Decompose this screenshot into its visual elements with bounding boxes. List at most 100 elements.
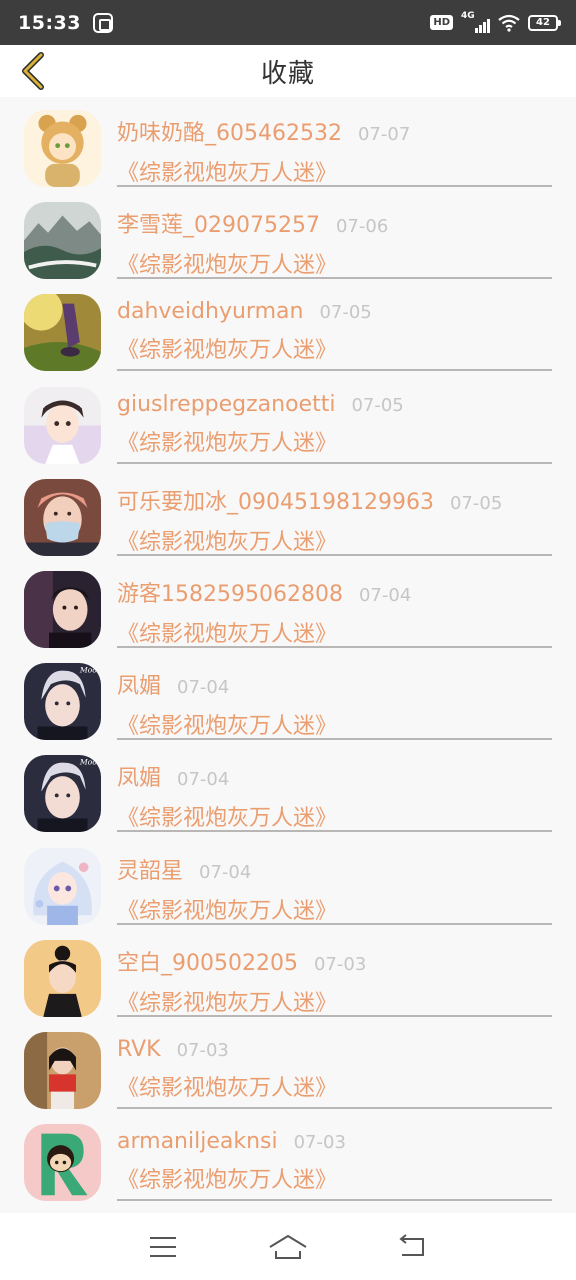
return-button[interactable] (389, 1227, 437, 1267)
avatar-image: Moon (24, 755, 101, 833)
item-text: RVK 07-03 《综影视炮灰万人迷》 (117, 1037, 552, 1109)
name-row: 灵韶星 07-04 (117, 853, 552, 885)
book-title[interactable]: 《综影视炮灰万人迷》 (117, 616, 552, 648)
avatar[interactable] (24, 202, 101, 280)
menu-button[interactable] (139, 1227, 187, 1267)
item-text: giuslreppegzanoetti 07-05 《综影视炮灰万人迷》 (117, 392, 552, 464)
book-title[interactable]: 《综影视炮灰万人迷》 (117, 247, 552, 279)
list-item[interactable]: dahveidhyurman 07-05 《综影视炮灰万人迷》 (0, 281, 576, 373)
item-date: 07-04 (358, 584, 412, 606)
user-name[interactable]: 灵韶星 (117, 853, 183, 885)
avatar[interactable] (24, 110, 101, 187)
avatar[interactable] (24, 1124, 101, 1202)
list-item[interactable]: 奶味奶酪_605462532 07-07 《综影视炮灰万人迷》 (0, 97, 576, 189)
book-title[interactable]: 《综影视炮灰万人迷》 (117, 1162, 552, 1194)
book-title[interactable]: 《综影视炮灰万人迷》 (117, 524, 552, 556)
list-item[interactable]: Moon 凤媚 07-04 《综影视炮灰万人迷》 (0, 742, 576, 834)
item-text: 李雪莲_029075257 07-06 《综影视炮灰万人迷》 (117, 207, 552, 280)
name-row: 李雪莲_029075257 07-06 (117, 207, 552, 239)
user-name[interactable]: RVK (117, 1037, 161, 1062)
item-date: 07-04 (177, 677, 230, 699)
item-text: 可乐要加冰_09045198129963 07-05 《综影视炮灰万人迷》 (117, 484, 552, 556)
user-name[interactable]: 凤媚 (117, 668, 161, 700)
network-type: 4G (461, 10, 475, 21)
item-text: 灵韶星 07-04 《综影视炮灰万人迷》 (117, 853, 552, 925)
book-title[interactable]: 《综影视炮灰万人迷》 (117, 425, 552, 457)
name-row: 游客1582595062808 07-04 (117, 576, 552, 608)
item-text: 奶味奶酪_605462532 07-07 《综影视炮灰万人迷》 (117, 115, 552, 187)
page-title: 收藏 (260, 58, 315, 89)
list-item[interactable]: RVK 07-03 《综影视炮灰万人迷》 (0, 1019, 576, 1111)
list-item[interactable]: 空白_900502205 07-03 《综影视炮灰万人迷》 (0, 927, 576, 1019)
list-item[interactable]: 游客1582595062808 07-04 《综影视炮灰万人迷》 (0, 558, 576, 650)
avatar-image (24, 570, 101, 648)
name-row: 凤媚 07-04 (117, 668, 552, 700)
list-item[interactable]: 可乐要加冰_09045198129963 07-05 《综影视炮灰万人迷》 (0, 466, 576, 558)
avatar-image (24, 478, 101, 556)
user-name[interactable]: 可乐要加冰_09045198129963 (117, 484, 434, 516)
status-indicators: HD 4G 42 (430, 10, 561, 33)
book-title[interactable]: 《综影视炮灰万人迷》 (117, 985, 552, 1017)
book-title[interactable]: 《综影视炮灰万人迷》 (117, 893, 552, 925)
name-row: giuslreppegzanoetti 07-05 (117, 392, 552, 417)
home-button[interactable] (264, 1227, 312, 1267)
back-button[interactable] (14, 51, 54, 91)
avatar-image: Moon (24, 663, 101, 741)
user-name[interactable]: 空白_900502205 (117, 945, 298, 977)
user-name[interactable]: 游客1582595062808 (117, 576, 343, 608)
battery-icon: 42 (528, 14, 561, 31)
avatar[interactable] (24, 939, 101, 1017)
avatar[interactable] (24, 478, 101, 556)
avatar[interactable] (24, 294, 101, 372)
item-text: dahveidhyurman 07-05 《综影视炮灰万人迷》 (117, 299, 552, 372)
name-row: RVK 07-03 (117, 1037, 552, 1062)
name-row: armaniljeaknsi 07-03 (117, 1129, 552, 1154)
list-item[interactable]: Moon 凤媚 07-04 《综影视炮灰万人迷》 (0, 650, 576, 742)
list-item[interactable]: 灵韶星 07-04 《综影视炮灰万人迷》 (0, 835, 576, 927)
book-title[interactable]: 《综影视炮灰万人迷》 (117, 155, 552, 187)
avatar[interactable] (24, 847, 101, 925)
user-name[interactable]: armaniljeaknsi (117, 1129, 278, 1154)
signal-icon: 4G (461, 10, 490, 33)
avatar[interactable]: Moon (24, 755, 101, 833)
user-name[interactable]: dahveidhyurman (117, 299, 303, 324)
user-name[interactable]: 李雪莲_029075257 (117, 207, 320, 239)
user-name[interactable]: 奶味奶酪_605462532 (117, 115, 342, 147)
list-item[interactable]: giuslreppegzanoetti 07-05 《综影视炮灰万人迷》 (0, 374, 576, 466)
avatar[interactable] (24, 570, 101, 648)
avatar-image (24, 939, 101, 1017)
status-time: 15:33 (18, 11, 81, 34)
user-name[interactable]: giuslreppegzanoetti (117, 392, 335, 417)
status-bar: 15:33 HD 4G 42 (0, 0, 576, 45)
avatar-image (24, 1124, 101, 1202)
list-item[interactable]: armaniljeaknsi 07-03 《综影视炮灰万人迷》 (0, 1111, 576, 1203)
item-text: armaniljeaknsi 07-03 《综影视炮灰万人迷》 (117, 1129, 552, 1202)
avatar[interactable]: Moon (24, 663, 101, 741)
name-row: 可乐要加冰_09045198129963 07-05 (117, 484, 552, 516)
avatar-image (24, 1031, 101, 1109)
item-date: 07-05 (351, 394, 404, 416)
user-name[interactable]: 凤媚 (117, 760, 161, 792)
chevron-left-icon (22, 52, 44, 90)
list-item[interactable]: 李雪莲_029075257 07-06 《综影视炮灰万人迷》 (0, 189, 576, 281)
item-date: 07-06 (335, 216, 389, 238)
avatar-image (24, 110, 101, 187)
menu-icon (149, 1236, 176, 1257)
avatar-image (24, 847, 101, 925)
app-notification-icon (92, 12, 113, 33)
item-date: 07-03 (313, 953, 367, 975)
book-title[interactable]: 《综影视炮灰万人迷》 (117, 708, 552, 740)
item-text: 空白_900502205 07-03 《综影视炮灰万人迷》 (117, 945, 552, 1017)
book-title[interactable]: 《综影视炮灰万人迷》 (117, 800, 552, 832)
home-icon (269, 1234, 307, 1259)
item-date: 07-03 (293, 1132, 346, 1154)
book-title[interactable]: 《综影视炮灰万人迷》 (117, 1070, 552, 1102)
item-text: 凤媚 07-04 《综影视炮灰万人迷》 (117, 668, 552, 741)
favorites-list: 奶味奶酪_605462532 07-07 《综影视炮灰万人迷》 李雪莲_0290752… (0, 97, 576, 1213)
book-title[interactable]: 《综影视炮灰万人迷》 (117, 332, 552, 364)
item-text: 凤媚 07-04 《综影视炮灰万人迷》 (117, 760, 552, 833)
avatar-image (24, 294, 101, 372)
avatar-image (24, 386, 101, 464)
avatar[interactable] (24, 1031, 101, 1109)
avatar[interactable] (24, 386, 101, 464)
